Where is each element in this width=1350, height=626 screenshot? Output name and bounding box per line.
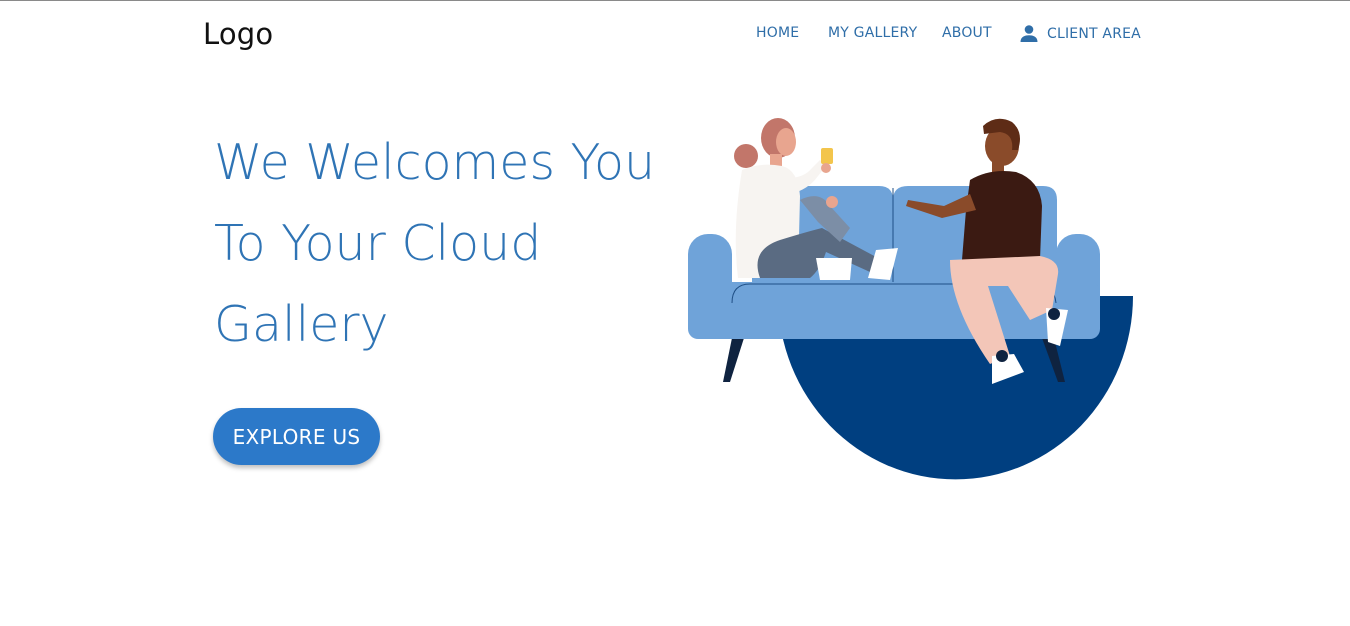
hero-title-line-3: Gallery <box>214 296 389 353</box>
nav-my-gallery[interactable]: MY GALLERY <box>828 25 917 41</box>
logo[interactable]: Logo <box>203 17 273 51</box>
navbar: Logo HOME MY GALLERY ABOUT CLIENT AREA <box>0 1 1350 67</box>
hero-title-line-2: To Your Cloud <box>214 215 542 272</box>
sofa-conversation-illustration <box>688 118 1133 480</box>
explore-us-button[interactable]: EXPLORE US <box>213 408 380 465</box>
hero-title: We Welcomes You To Your Cloud Gallery <box>214 122 684 365</box>
hero-title-line-1: We Welcomes You <box>214 134 655 191</box>
nav-about[interactable]: ABOUT <box>942 25 992 41</box>
nav-client-area-label: CLIENT AREA <box>1047 25 1141 42</box>
nav-client-area[interactable]: CLIENT AREA <box>1020 25 1141 42</box>
nav-home[interactable]: HOME <box>756 25 799 41</box>
sofa-leg-left <box>723 338 744 382</box>
person-icon <box>1020 25 1038 42</box>
